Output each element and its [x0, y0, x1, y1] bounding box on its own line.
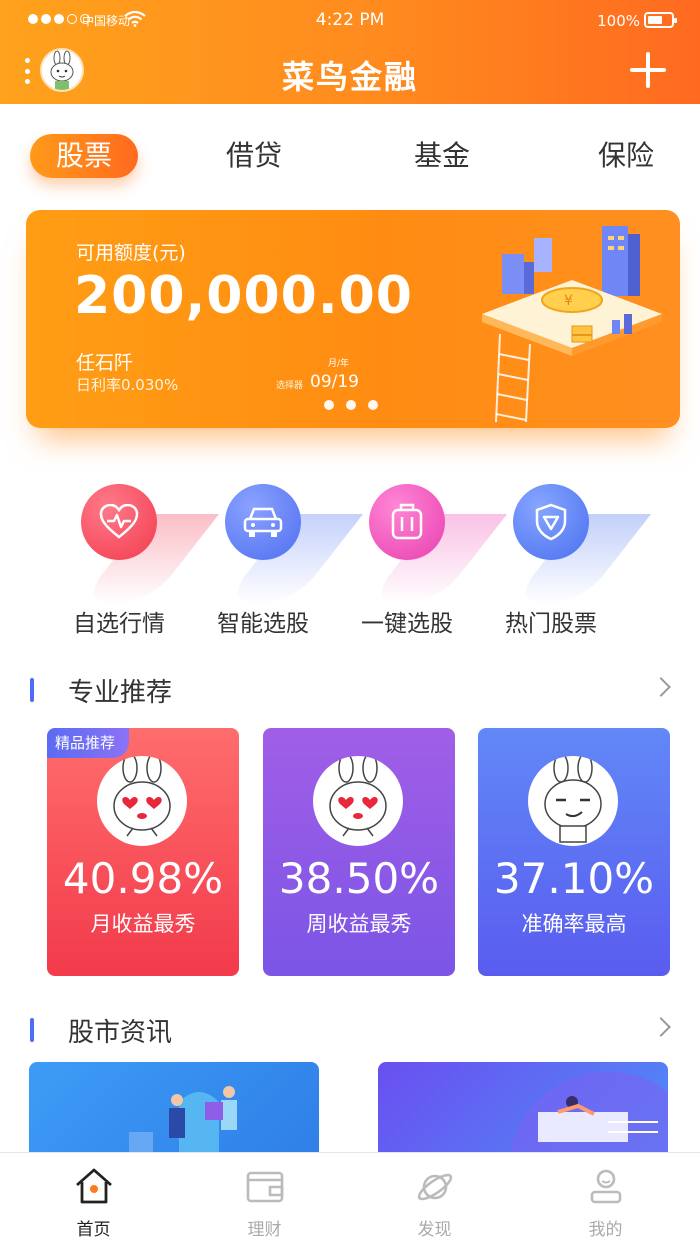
nav-profile[interactable]: 我的: [518, 1153, 693, 1245]
expiry-date: 09/19: [310, 372, 359, 392]
premium-badge: 精品推荐: [47, 728, 130, 758]
news-illustration: [129, 1086, 237, 1157]
tab-insurance[interactable]: 保险: [572, 134, 680, 178]
card-description: 月收益最秀: [90, 912, 196, 936]
page-title: 菜鸟金融: [281, 58, 418, 96]
card-holder: 任石阡: [76, 352, 134, 374]
section-title: 专业推荐: [68, 678, 173, 708]
home-icon: [76, 1168, 112, 1204]
add-button[interactable]: [630, 52, 666, 88]
nav-wealth[interactable]: 理财: [177, 1153, 352, 1245]
recommend-card[interactable]: 精品推荐 40.98% 月收益最秀: [47, 728, 239, 976]
recommend-card[interactable]: 38.50% 周收益最秀: [263, 728, 455, 976]
planet-icon: [417, 1173, 453, 1201]
quick-action-label: 热门股票: [505, 611, 597, 637]
quick-action-watchlist[interactable]: 自选行情: [44, 484, 220, 637]
section-accent-bar: [30, 678, 34, 702]
news-illustration: [509, 1072, 668, 1157]
rabbit-love-icon: [313, 756, 403, 846]
tab-loans[interactable]: 借贷: [200, 134, 308, 178]
nav-home[interactable]: 首页: [6, 1153, 181, 1245]
nav-label: 我的: [588, 1220, 623, 1240]
tab-label: 借贷: [225, 139, 282, 172]
expiry-prefix: 选择器: [276, 381, 304, 391]
nav-label: 发现: [417, 1220, 452, 1240]
finance-illustration: ¥: [482, 226, 662, 423]
rabbit-smirk-icon: [528, 756, 618, 846]
nav-label: 理财: [247, 1220, 282, 1240]
tab-label: 保险: [597, 139, 654, 172]
news-card[interactable]: [378, 1062, 668, 1157]
car-icon: [225, 484, 301, 560]
svg-text:¥: ¥: [564, 293, 573, 309]
section-news[interactable]: 股市资讯: [30, 1012, 671, 1048]
tab-funds[interactable]: 基金: [388, 134, 496, 178]
expiry-label: 月/年: [328, 359, 350, 369]
rabbit-love-icon: [97, 756, 187, 846]
card-description: 准确率最高: [521, 912, 627, 936]
credit-amount: 200,000.00: [74, 266, 413, 326]
weekly-return: 38.50%: [278, 854, 440, 903]
recommend-card[interactable]: 37.10% 准确率最高: [478, 728, 670, 976]
daily-rate: 日利率0.030%: [76, 376, 179, 394]
chevron-right-icon[interactable]: [651, 1017, 671, 1037]
bottom-navigation: 首页 理财 发现 我的: [0, 1152, 700, 1245]
credit-banner[interactable]: 可用额度(元) 200,000.00 任石阡 日利率0.030% 月/年 选择器…: [26, 210, 680, 428]
card-description: 周收益最秀: [306, 912, 412, 936]
news-card[interactable]: [29, 1062, 319, 1157]
status-bar: 中国移动 4:22 PM 100%: [0, 0, 700, 40]
credit-label: 可用额度(元): [76, 242, 186, 264]
accuracy-rate: 37.10%: [493, 854, 655, 903]
heartbeat-icon: [81, 484, 157, 560]
quick-action-label: 自选行情: [73, 611, 165, 637]
carousel-indicator[interactable]: [324, 400, 378, 410]
shield-icon: [513, 484, 589, 560]
status-time: 4:22 PM: [315, 10, 385, 30]
luggage-icon: [369, 484, 445, 560]
quick-action-label: 一键选股: [361, 611, 453, 637]
monthly-return: 40.98%: [62, 854, 224, 903]
section-title: 股市资讯: [68, 1018, 173, 1048]
tab-label: 基金: [413, 139, 470, 172]
nav-discover[interactable]: 发现: [347, 1153, 522, 1245]
app-header: 中国移动 4:22 PM 100% 菜鸟金融: [0, 0, 700, 104]
battery-icon: [644, 12, 677, 28]
wallet-icon: [246, 1171, 284, 1203]
section-recommend[interactable]: 专业推荐: [30, 672, 671, 708]
chevron-right-icon[interactable]: [651, 677, 671, 697]
battery-percent: 100%: [597, 12, 640, 30]
nav-label: 首页: [76, 1220, 111, 1240]
tab-label: 股票: [55, 139, 112, 172]
tab-stocks[interactable]: 股票: [30, 134, 138, 178]
section-accent-bar: [30, 1018, 34, 1042]
profile-icon: [590, 1169, 622, 1204]
quick-action-label: 智能选股: [217, 611, 309, 637]
